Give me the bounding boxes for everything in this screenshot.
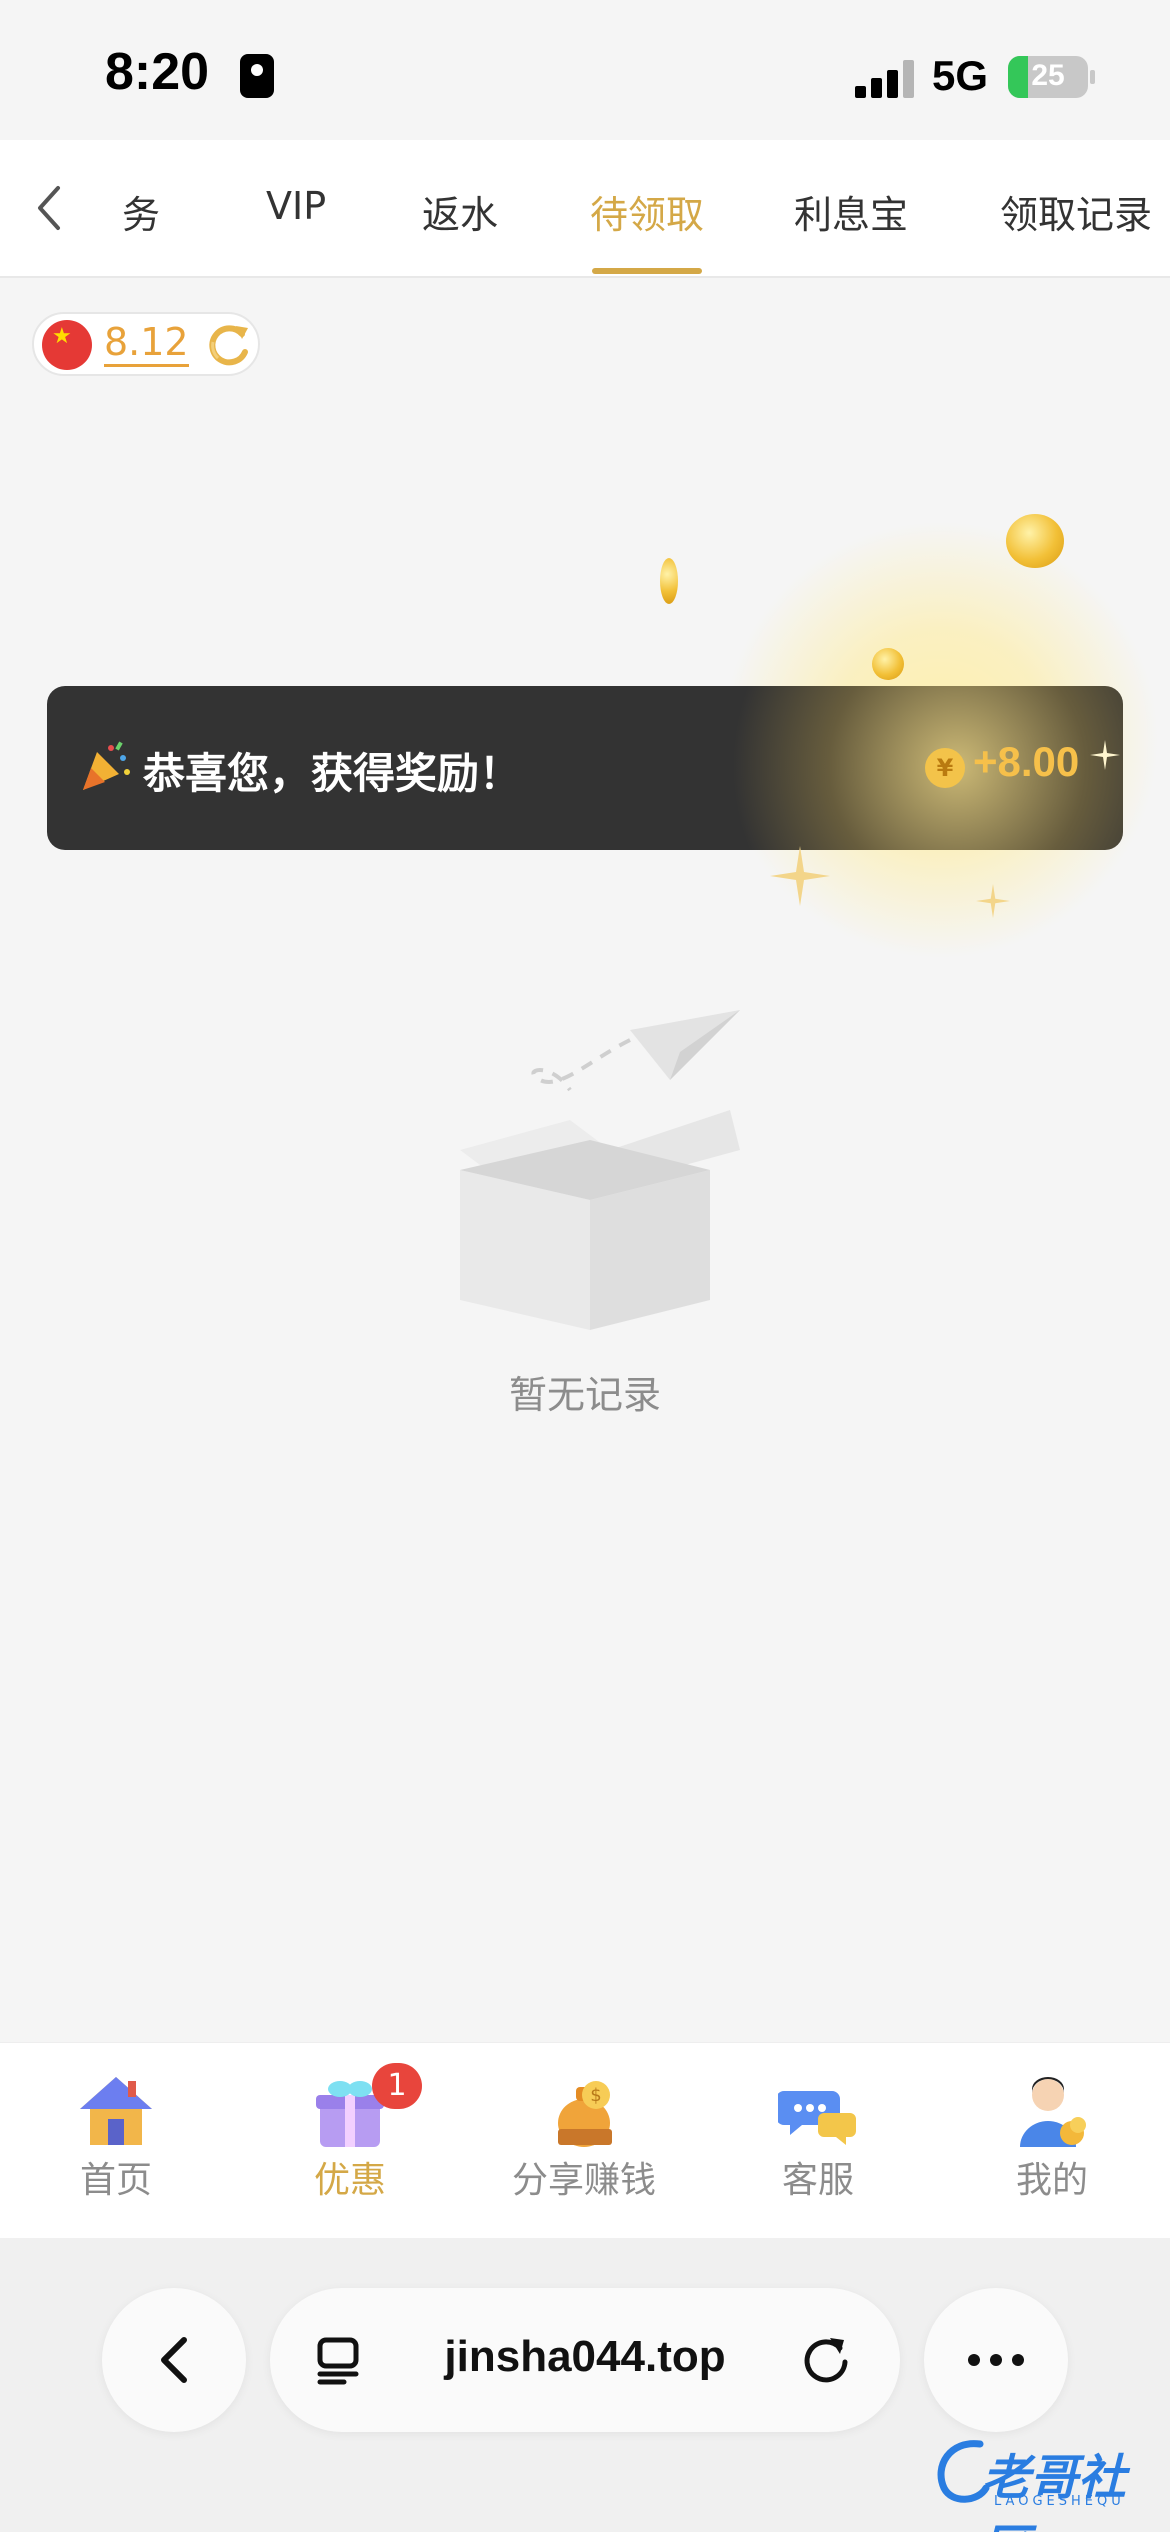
- browser-back-button[interactable]: [102, 2288, 246, 2432]
- tab-pending-claim[interactable]: 待领取: [590, 184, 704, 239]
- status-time: 8:20: [105, 43, 210, 101]
- back-chevron-icon[interactable]: [30, 182, 70, 234]
- svg-text:$: $: [590, 2085, 601, 2106]
- more-dots-icon: [968, 2354, 1024, 2366]
- nav-home[interactable]: 首页: [16, 2073, 216, 2203]
- china-flag-icon: ★: [42, 320, 92, 370]
- promotions-badge: 1: [372, 2063, 422, 2109]
- tab-nav: 务 VIP 返水 待领取 利息宝 领取记录: [0, 140, 1170, 278]
- floating-coin-icon: [872, 648, 904, 680]
- tab-claim-history[interactable]: 领取记录: [1000, 184, 1152, 239]
- nav-promotions-label: 优惠: [313, 2160, 386, 2201]
- party-popper-icon: [83, 741, 130, 790]
- battery-level: 25: [1031, 59, 1065, 92]
- floating-coin-icon: [1006, 514, 1064, 568]
- balance-chip[interactable]: ★ 8.12: [32, 312, 260, 376]
- nav-home-label: 首页: [79, 2160, 152, 2201]
- chevron-left-icon: [161, 2337, 187, 2383]
- coin-icon: ¥: [925, 748, 965, 788]
- nav-customer-service[interactable]: 客服: [718, 2073, 918, 2203]
- nav-customer-service-label: 客服: [781, 2160, 854, 2201]
- sparkle-icon: [1090, 740, 1120, 770]
- network-type: 5G: [932, 52, 989, 99]
- nav-promotions[interactable]: 1 优惠: [250, 2063, 450, 2203]
- house-icon: [80, 2077, 152, 2145]
- active-tab-indicator: [592, 268, 702, 274]
- nav-profile[interactable]: 我的: [952, 2073, 1152, 2203]
- cellular-signal-icon: [855, 60, 915, 98]
- nav-profile-label: 我的: [1015, 2160, 1088, 2201]
- empty-box-illustration: [460, 1010, 740, 1330]
- watermark-logo: 老哥社区 LAOGESHEQU: [930, 2432, 1160, 2532]
- dragon-logo-icon: [937, 2440, 990, 2503]
- tab-interest[interactable]: 利息宝: [794, 184, 908, 239]
- browser-more-button[interactable]: [924, 2288, 1068, 2432]
- money-bag-icon: $: [558, 2081, 612, 2147]
- nav-share-earn[interactable]: $ 分享赚钱: [484, 2073, 684, 2203]
- balance-value: 8.12: [104, 320, 189, 367]
- nav-share-earn-label: 分享赚钱: [511, 2160, 656, 2201]
- reload-icon[interactable]: [800, 2334, 852, 2386]
- refresh-icon[interactable]: [204, 322, 254, 370]
- user-avatar-icon: [1020, 2077, 1086, 2147]
- tab-rebate[interactable]: 返水: [422, 184, 498, 239]
- battery-icon: 25: [1008, 56, 1088, 98]
- watermark-text: 老哥社区: [982, 2450, 1127, 2532]
- address-bar[interactable]: jinsha044.top: [270, 2288, 900, 2432]
- focus-mode-icon: [240, 54, 274, 98]
- reward-toast: 恭喜您，获得奖励！ ¥ +8.00: [47, 686, 1123, 850]
- battery-cap: [1090, 70, 1095, 84]
- chat-bubbles-icon: [778, 2091, 856, 2145]
- floating-coin-icon: [660, 558, 678, 604]
- reward-amount: +8.00: [973, 738, 1080, 785]
- tab-vip[interactable]: VIP: [266, 184, 326, 228]
- sparkle-icon: [770, 846, 830, 906]
- status-bar: 8:20 5G 25: [0, 0, 1170, 140]
- watermark-subtext: LAOGESHEQU: [994, 2494, 1125, 2509]
- toast-message: 恭喜您，获得奖励！: [143, 749, 522, 798]
- bottom-nav: 首页 1 优惠 $ 分享赚钱 客服 我的: [0, 2042, 1170, 2238]
- empty-state-text: 暂无记录: [508, 1373, 661, 1417]
- sparkle-icon: [976, 884, 1010, 918]
- tab-tasks[interactable]: 务: [122, 184, 160, 239]
